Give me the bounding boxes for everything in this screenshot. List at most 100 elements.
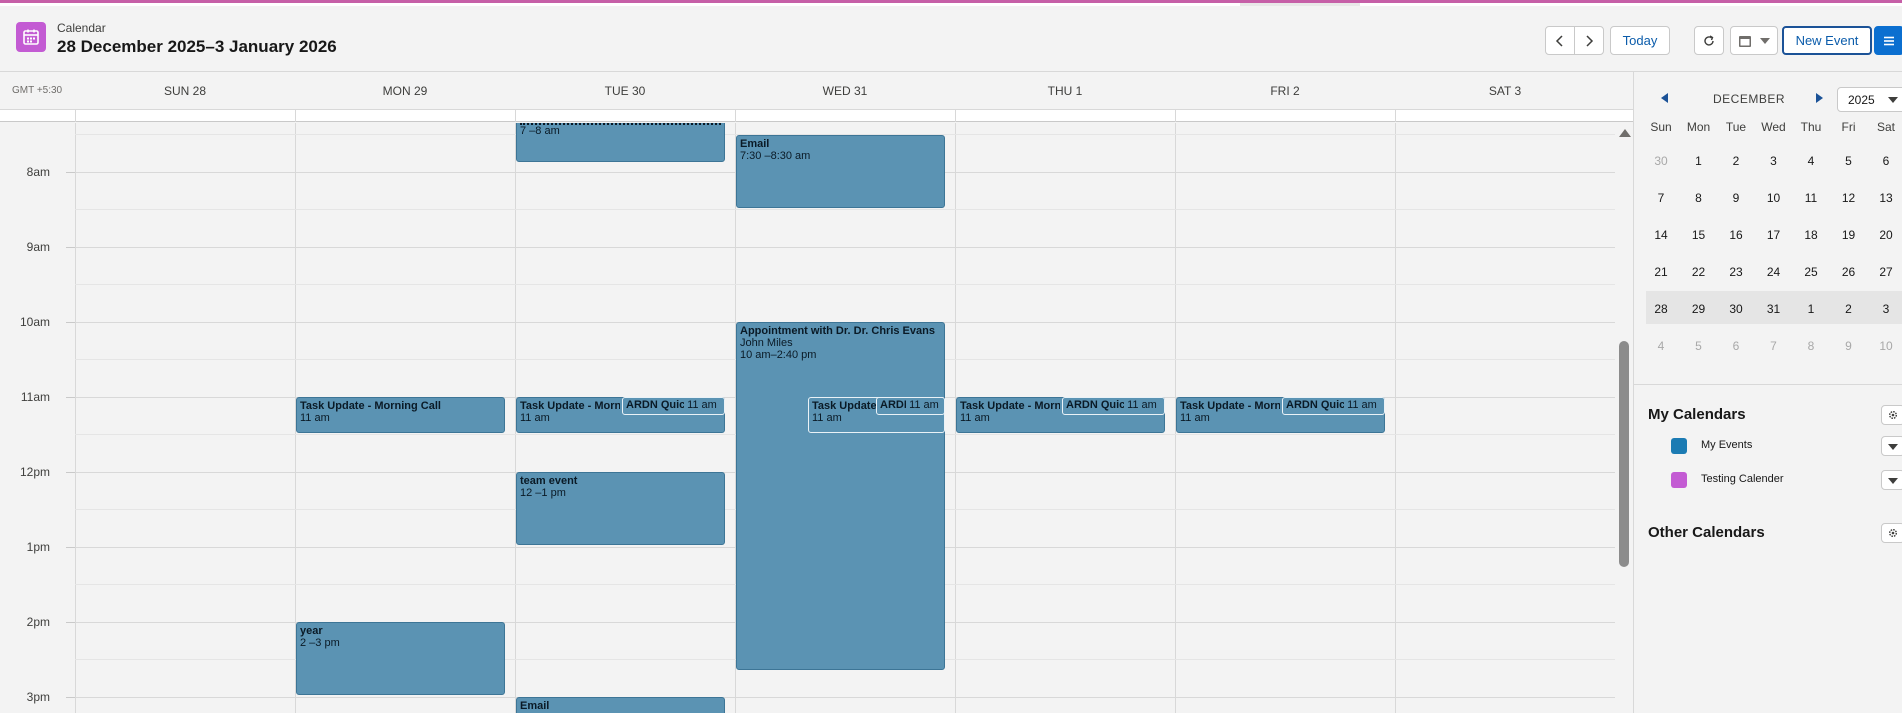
grid-line: [66, 247, 75, 248]
calendar-item-my-events[interactable]: My Events: [1671, 436, 1902, 456]
calendar-color-swatch[interactable]: [1671, 472, 1687, 488]
vertical-scrollbar[interactable]: [1614, 123, 1633, 713]
event-block[interactable]: year 7 –8 am: [516, 123, 725, 162]
mini-day[interactable]: 8: [1796, 339, 1826, 353]
mini-day[interactable]: 6: [1721, 339, 1751, 353]
event-block[interactable]: ARDN Quick Sync 11 am: [1062, 397, 1165, 415]
mini-day[interactable]: 23: [1721, 265, 1751, 279]
previous-week-button[interactable]: [1545, 26, 1575, 55]
event-subtitle: John Miles: [740, 337, 793, 349]
grid-line: [955, 110, 956, 122]
event-block[interactable]: ARDN Quick Sync 11 am: [876, 397, 945, 415]
previous-month-icon[interactable]: [1661, 93, 1668, 103]
event-title: team event: [520, 475, 578, 487]
calendar-options-dropdown[interactable]: [1881, 436, 1902, 456]
event-block[interactable]: team event 12 –1 pm: [516, 472, 725, 545]
calendar-color-swatch[interactable]: [1671, 438, 1687, 454]
mini-day[interactable]: 14: [1646, 228, 1676, 242]
mini-day[interactable]: 30: [1646, 154, 1676, 168]
mini-day[interactable]: 27: [1871, 265, 1901, 279]
mini-day[interactable]: 10: [1759, 191, 1789, 205]
mini-day[interactable]: 26: [1834, 265, 1864, 279]
other-calendars-settings-button[interactable]: [1881, 523, 1902, 543]
grid-line: [66, 172, 75, 173]
scroll-up-arrow-icon[interactable]: [1619, 129, 1631, 137]
refresh-button[interactable]: [1694, 26, 1724, 55]
event-block[interactable]: ARDN Quick Sync 11 am: [1282, 397, 1385, 415]
calendar-item-testing-calender[interactable]: Testing Calender: [1671, 470, 1902, 490]
my-calendars-settings-button[interactable]: [1881, 405, 1902, 425]
next-week-button[interactable]: [1574, 26, 1604, 55]
mini-day[interactable]: 29: [1684, 302, 1714, 316]
mini-day[interactable]: 4: [1796, 154, 1826, 168]
grid-line: [735, 110, 736, 122]
refresh-icon: [1704, 34, 1714, 46]
mini-day[interactable]: 18: [1796, 228, 1826, 242]
event-time: 7:30 –8:30 am: [740, 150, 811, 162]
event-block[interactable]: Appointment with Dr. Dr. Chris Evans Joh…: [736, 322, 945, 670]
menu-button[interactable]: [1874, 26, 1902, 55]
mini-day[interactable]: 3: [1871, 302, 1901, 316]
mini-day[interactable]: 2: [1721, 154, 1751, 168]
day-header-sun[interactable]: SUN 28: [75, 84, 295, 98]
scroll-thumb[interactable]: [1619, 341, 1629, 567]
event-block[interactable]: Email: [516, 697, 725, 713]
mini-day[interactable]: 20: [1871, 228, 1901, 242]
mini-day[interactable]: 2: [1834, 302, 1864, 316]
mini-day[interactable]: 21: [1646, 265, 1676, 279]
mini-day[interactable]: 1: [1684, 154, 1714, 168]
calendar-options-dropdown[interactable]: [1881, 470, 1902, 490]
calendar-icon: [1739, 35, 1751, 47]
mini-day[interactable]: 16: [1721, 228, 1751, 242]
mini-day[interactable]: 1: [1796, 302, 1826, 316]
time-grid[interactable]: 8am 9am 10am 11am 12pm 1pm 2pm 3pm year …: [0, 123, 1633, 713]
calendar-view-dropdown[interactable]: [1730, 26, 1778, 55]
mini-day[interactable]: 30: [1721, 302, 1751, 316]
mini-day[interactable]: 5: [1834, 154, 1864, 168]
mini-day[interactable]: 11: [1796, 191, 1826, 205]
day-header-wed[interactable]: WED 31: [735, 84, 955, 98]
mini-day[interactable]: 7: [1646, 191, 1676, 205]
event-block[interactable]: year 2 –3 pm: [296, 622, 505, 695]
mini-day[interactable]: 19: [1834, 228, 1864, 242]
mini-day[interactable]: 5: [1684, 339, 1714, 353]
grid-line: [66, 472, 75, 473]
weekday-label: Mon: [1686, 120, 1711, 134]
mini-day[interactable]: 4: [1646, 339, 1676, 353]
mini-day[interactable]: 25: [1796, 265, 1826, 279]
mini-day[interactable]: 12: [1834, 191, 1864, 205]
day-header-fri[interactable]: FRI 2: [1175, 84, 1395, 98]
mini-day[interactable]: 10: [1871, 339, 1901, 353]
chevron-right-icon: [1586, 34, 1594, 47]
day-header-thu[interactable]: THU 1: [955, 84, 1175, 98]
mini-day[interactable]: 24: [1759, 265, 1789, 279]
event-block[interactable]: Email 7:30 –8:30 am: [736, 135, 945, 208]
mini-day[interactable]: 3: [1759, 154, 1789, 168]
mini-day[interactable]: 13: [1871, 191, 1901, 205]
today-button[interactable]: Today: [1610, 26, 1670, 55]
mini-day[interactable]: 6: [1871, 154, 1901, 168]
event-block[interactable]: Task Update - Morning Call 11 am: [296, 397, 505, 433]
mini-day[interactable]: 31: [1759, 302, 1789, 316]
mini-day[interactable]: 9: [1834, 339, 1864, 353]
all-day-row[interactable]: [0, 110, 1633, 122]
mini-day[interactable]: 9: [1721, 191, 1751, 205]
mini-week-row: 4 5 6 7 8 9 10: [1646, 333, 1902, 359]
mini-day[interactable]: 17: [1759, 228, 1789, 242]
weekday-label: Thu: [1800, 120, 1822, 134]
new-event-button[interactable]: New Event: [1782, 26, 1872, 55]
year-select[interactable]: 2025: [1837, 87, 1902, 112]
day-header-sat[interactable]: SAT 3: [1395, 84, 1615, 98]
mini-day[interactable]: 28: [1646, 302, 1676, 316]
day-header-tue[interactable]: TUE 30: [515, 84, 735, 98]
event-time: 11 am: [909, 399, 939, 411]
day-header-mon[interactable]: MON 29: [295, 84, 515, 98]
next-month-icon[interactable]: [1816, 93, 1823, 103]
mini-day[interactable]: 15: [1684, 228, 1714, 242]
grid-line: [75, 247, 1615, 248]
event-block[interactable]: ARDN Quick Sync 11 am: [622, 397, 725, 415]
calendar-app-icon: [16, 22, 46, 52]
mini-day[interactable]: 22: [1684, 265, 1714, 279]
mini-day[interactable]: 8: [1684, 191, 1714, 205]
mini-day[interactable]: 7: [1759, 339, 1789, 353]
